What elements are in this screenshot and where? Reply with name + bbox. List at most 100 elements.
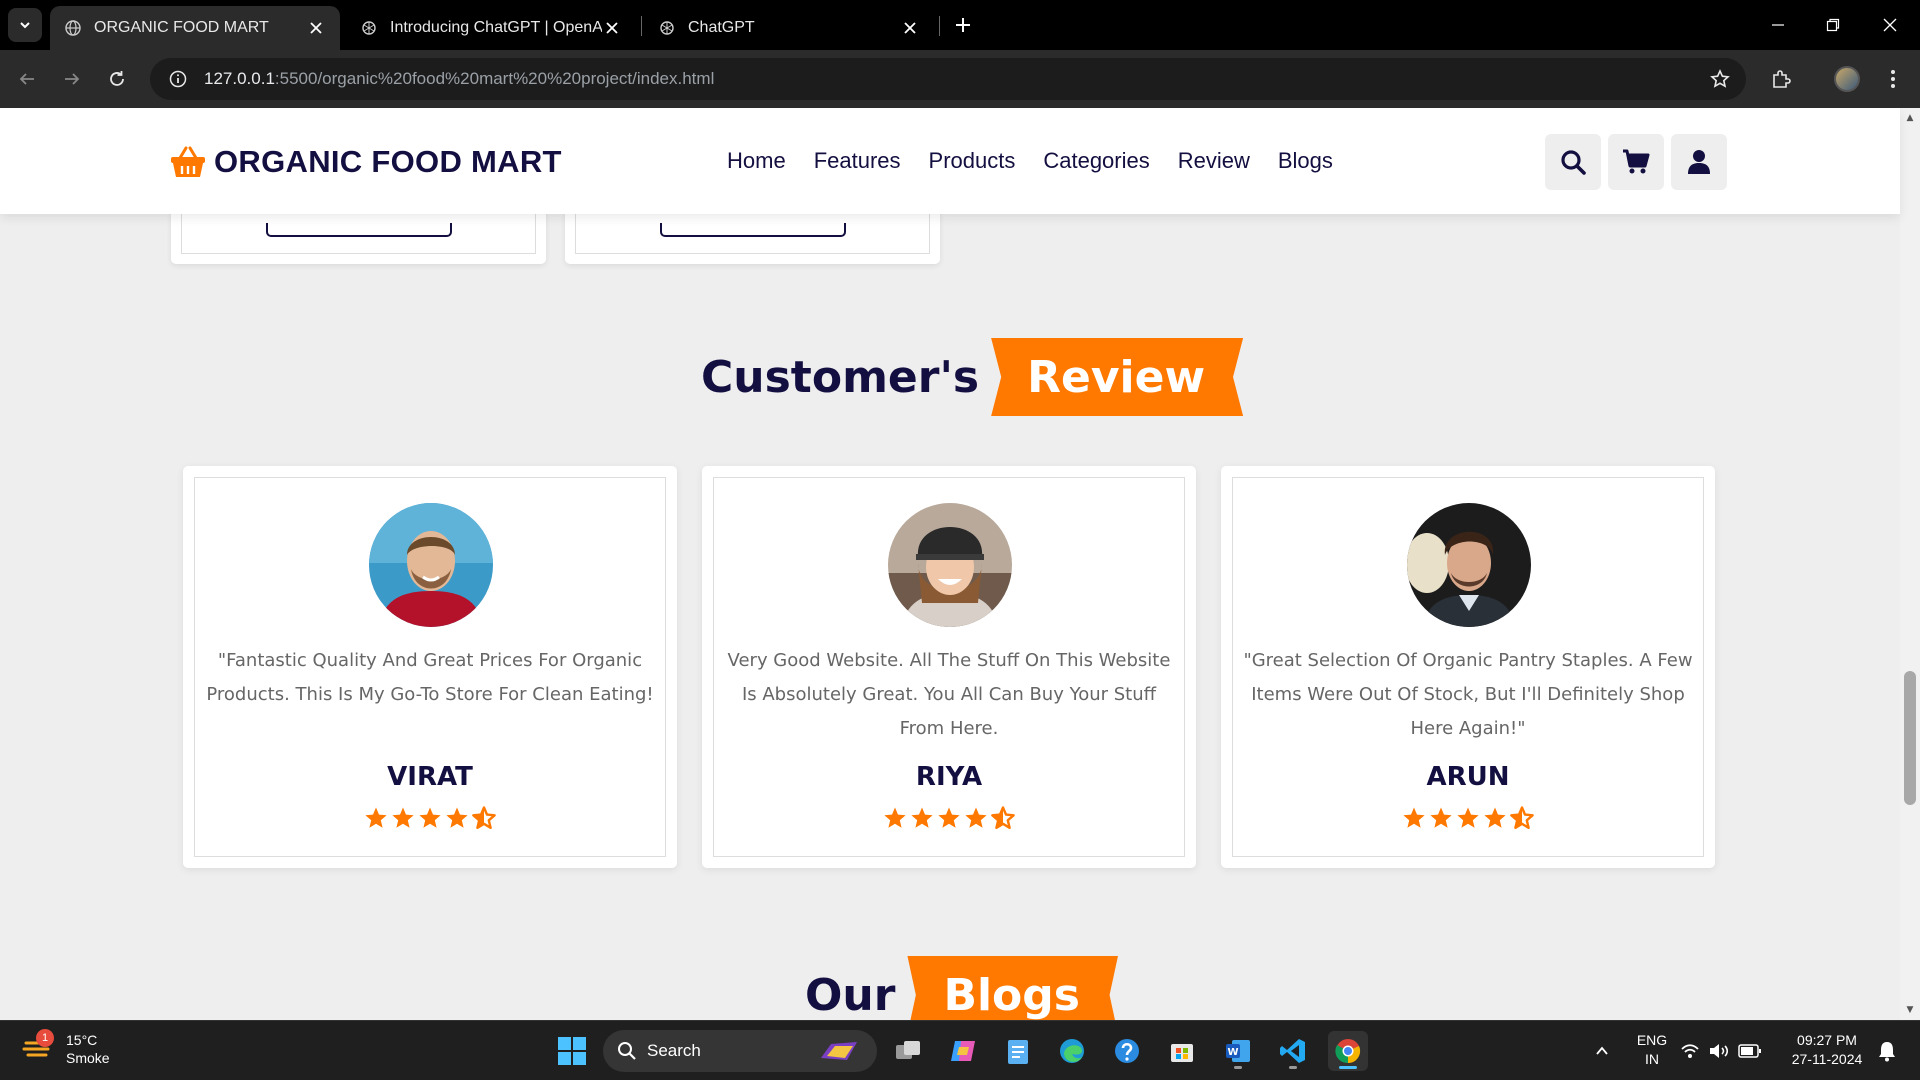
- tab-separator: [641, 16, 642, 36]
- user-button[interactable]: [1671, 134, 1727, 190]
- star-icon: [911, 807, 933, 828]
- reload-button[interactable]: [100, 62, 134, 96]
- notepad-button[interactable]: [998, 1031, 1038, 1071]
- close-icon[interactable]: [602, 18, 622, 38]
- restore-icon: [1826, 18, 1840, 32]
- chevron-down-icon: [20, 22, 30, 29]
- url-path: :5500/organic%20food%20mart%20%20project…: [274, 69, 715, 88]
- running-indicator: [1234, 1066, 1242, 1069]
- back-button[interactable]: [10, 62, 44, 96]
- wifi-icon: [1681, 1044, 1699, 1058]
- minimize-button[interactable]: [1758, 8, 1798, 42]
- reviewer-name: ARUN: [1426, 762, 1510, 792]
- notepad-icon: [1008, 1040, 1028, 1064]
- logo[interactable]: ORGANIC FOOD MART: [170, 144, 562, 180]
- browser-menu-button[interactable]: [1876, 62, 1910, 96]
- browser-toolbar: 127.0.0.1:5500/organic%20food%20mart%20%…: [0, 50, 1920, 108]
- start-button[interactable]: [552, 1031, 592, 1071]
- extensions-button[interactable]: [1764, 62, 1798, 96]
- bell-icon: [1879, 1042, 1895, 1062]
- tab-search-button[interactable]: [8, 8, 42, 42]
- tab-title: Introducing ChatGPT | OpenAI: [390, 19, 602, 36]
- globe-icon: [64, 19, 82, 37]
- star-rating: [702, 806, 1196, 830]
- vscode-button[interactable]: [1273, 1031, 1313, 1071]
- help-button[interactable]: [1107, 1031, 1147, 1071]
- heading-ribbon: Blogs: [907, 956, 1118, 1020]
- star-icon: [884, 807, 906, 828]
- nav-review[interactable]: Review: [1178, 148, 1250, 174]
- nav-features[interactable]: Features: [814, 148, 901, 174]
- forward-button[interactable]: [55, 62, 89, 96]
- word-button[interactable]: W: [1218, 1031, 1258, 1071]
- system-tray-status[interactable]: [1676, 1031, 1766, 1071]
- tab-organic-food-mart[interactable]: ORGANIC FOOD MART: [50, 6, 340, 50]
- nav-home[interactable]: Home: [727, 148, 786, 174]
- windows-icon: [558, 1037, 586, 1065]
- help-icon: [1115, 1039, 1139, 1063]
- close-icon: [1883, 18, 1897, 32]
- edge-button[interactable]: [1052, 1031, 1092, 1071]
- close-icon[interactable]: [900, 18, 920, 38]
- review-quote: Very Good Website. All The Stuff On This…: [727, 650, 1171, 739]
- nav-products[interactable]: Products: [929, 148, 1016, 174]
- profile-button[interactable]: [1830, 62, 1864, 96]
- close-window-button[interactable]: [1870, 8, 1910, 42]
- taskbar-search[interactable]: Search: [603, 1030, 877, 1072]
- tab-separator: [939, 16, 940, 36]
- reviewer-name: VIRAT: [387, 762, 473, 792]
- clock[interactable]: 09:27 PM 27-11-2024: [1780, 1031, 1874, 1069]
- url-host: 127.0.0.1: [204, 69, 275, 88]
- review-quote: "Fantastic Quality And Great Prices For …: [206, 650, 654, 705]
- star-icon: [392, 807, 414, 828]
- tab-introducing-chatgpt[interactable]: Introducing ChatGPT | OpenAI: [346, 6, 636, 50]
- reviewer-avatar: [888, 503, 1012, 627]
- bookmark-star-icon[interactable]: [1708, 67, 1732, 91]
- minimize-icon: [1772, 24, 1784, 26]
- arrow-left-icon: [19, 73, 34, 85]
- scroll-down-icon[interactable]: ▼: [1904, 1004, 1916, 1016]
- chrome-icon: [1335, 1039, 1361, 1064]
- star-rating: [183, 806, 677, 830]
- site-info-icon[interactable]: [158, 59, 198, 99]
- weather-badge: 1: [36, 1029, 54, 1047]
- cart-button[interactable]: [1608, 134, 1664, 190]
- chrome-button[interactable]: [1328, 1031, 1368, 1071]
- vscode-icon: [1280, 1039, 1305, 1063]
- nav-categories[interactable]: Categories: [1043, 148, 1149, 174]
- close-icon[interactable]: [306, 18, 326, 38]
- star-icon: [938, 807, 960, 828]
- page-scrollbar[interactable]: ▲ ▼: [1900, 108, 1920, 1020]
- new-tab-button[interactable]: [950, 12, 976, 38]
- notifications-button[interactable]: [1872, 1031, 1902, 1071]
- heading-ribbon: Review: [991, 338, 1244, 416]
- brand-name: ORGANIC FOOD MART: [214, 144, 562, 179]
- search-button[interactable]: [1545, 134, 1601, 190]
- edge-icon: [1060, 1039, 1084, 1063]
- add-to-cart-button[interactable]: [660, 223, 846, 237]
- add-to-cart-button[interactable]: [266, 223, 452, 237]
- blogs-heading: Our Blogs: [805, 956, 1118, 1020]
- address-bar[interactable]: 127.0.0.1:5500/organic%20food%20mart%20%…: [150, 58, 1746, 100]
- scroll-up-icon[interactable]: ▲: [1904, 112, 1916, 124]
- weather-temp: 15°C: [66, 1032, 98, 1048]
- review-heading: Customer's Review: [701, 338, 1244, 416]
- running-indicator: [1339, 1066, 1357, 1069]
- store-button[interactable]: [1162, 1031, 1202, 1071]
- clock-time: 09:27 PM: [1797, 1032, 1857, 1048]
- scrollbar-thumb[interactable]: [1904, 671, 1916, 805]
- restore-button[interactable]: [1813, 8, 1853, 42]
- page-viewport: ORGANIC FOOD MART Home Features Products…: [0, 108, 1920, 1020]
- star-half-icon: [472, 806, 496, 829]
- avatar: [1834, 66, 1860, 92]
- review-card: "Fantastic Quality And Great Prices For …: [183, 466, 677, 868]
- task-view-button[interactable]: [888, 1031, 928, 1071]
- svg-text:W: W: [1227, 1047, 1238, 1058]
- language-indicator[interactable]: ENG IN: [1632, 1031, 1672, 1069]
- taskbar: 1 15°C Smoke Search W ENG IN 09:27 PM 27…: [0, 1020, 1920, 1080]
- copilot-button[interactable]: [943, 1031, 983, 1071]
- tab-chatgpt[interactable]: ChatGPT: [644, 6, 934, 50]
- weather-widget[interactable]: 1 15°C Smoke: [22, 1029, 110, 1067]
- tray-overflow-button[interactable]: [1582, 1031, 1622, 1071]
- nav-blogs[interactable]: Blogs: [1278, 148, 1333, 174]
